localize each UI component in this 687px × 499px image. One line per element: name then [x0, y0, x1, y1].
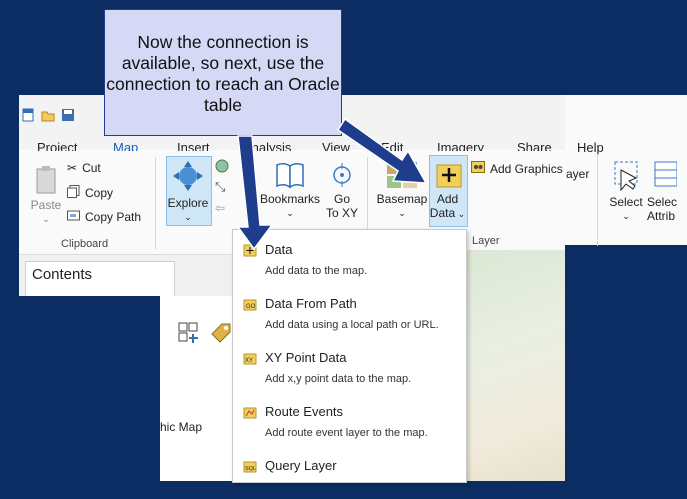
arrow-to-add-data-button [336, 117, 428, 184]
callout-arrows [236, 117, 428, 251]
arrow-to-data-menu-item [236, 135, 274, 251]
